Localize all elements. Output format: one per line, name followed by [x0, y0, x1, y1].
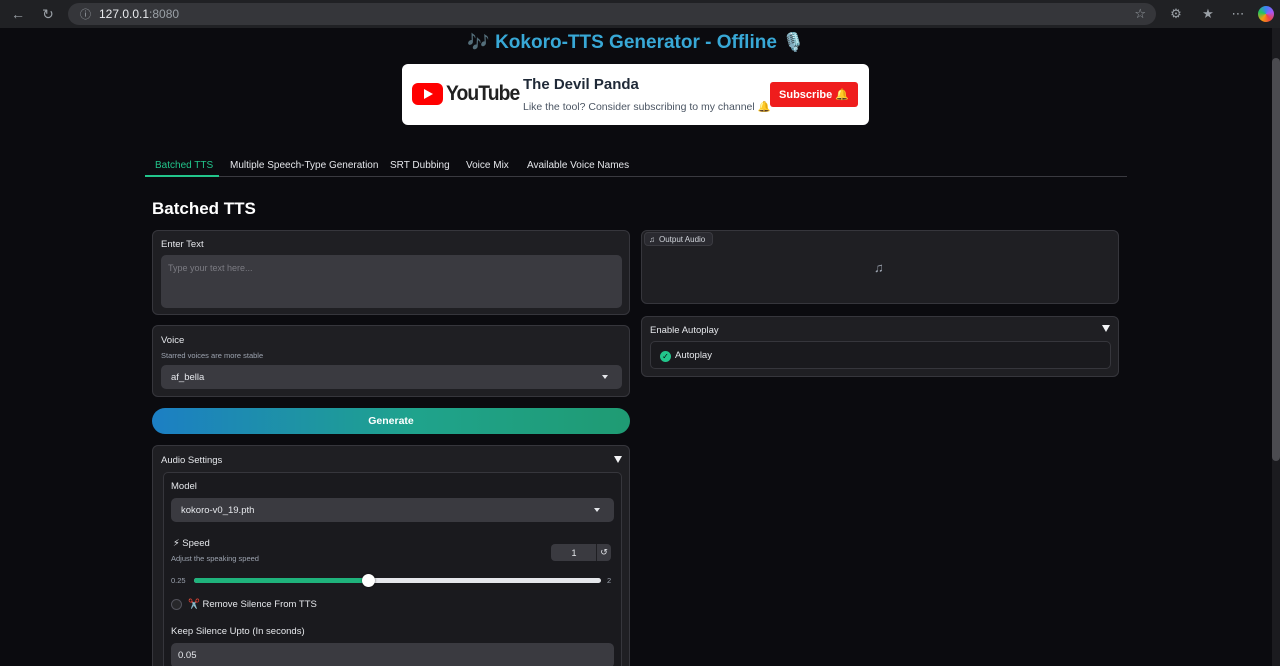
speed-slider-handle[interactable]: [362, 574, 376, 587]
active-tab-indicator: [145, 175, 219, 177]
site-info-icon[interactable]: ⓘ: [80, 6, 91, 22]
menu-dots-icon[interactable]: ⋯: [1228, 4, 1248, 24]
model-dropdown[interactable]: kokoro-v0_19.pth: [171, 498, 614, 522]
speed-slider-fill: [194, 578, 369, 583]
keep-silence-input[interactable]: 0.05: [171, 643, 614, 666]
remove-silence-label[interactable]: ✂️ Remove Silence From TTS: [188, 599, 317, 610]
autoplay-panel-title[interactable]: Enable Autoplay: [650, 325, 719, 336]
voice-dropdown[interactable]: af_bella: [161, 365, 622, 389]
speed-slider[interactable]: [194, 574, 601, 587]
output-audio-tag: ♫ Output Audio: [644, 232, 714, 246]
youtube-promo-card: YouTube The Devil Panda Like the tool? C…: [402, 64, 869, 125]
tab-multiple-speech-type[interactable]: Multiple Speech-Type Generation: [230, 160, 378, 171]
audio-placeholder-icon: ♫: [874, 260, 884, 275]
model-selected: kokoro-v0_19.pth: [181, 504, 255, 516]
address-bar[interactable]: ⓘ 127.0.0.1:8080 ☆: [68, 3, 1156, 25]
youtube-logo-text: YouTube: [446, 82, 520, 105]
youtube-play-icon: [412, 83, 443, 105]
favorites-icon[interactable]: ★: [1198, 4, 1218, 24]
voice-panel: Voice Starred voices are more stable af_…: [152, 325, 630, 397]
chevron-down-icon: [602, 375, 608, 379]
youtube-logo[interactable]: YouTube: [412, 82, 526, 106]
subscribe-button[interactable]: Subscribe 🔔: [770, 82, 858, 107]
audio-settings-group: Model kokoro-v0_19.pth ⚡ Speed Adjust th…: [163, 472, 622, 666]
speed-label: ⚡ Speed: [173, 538, 210, 549]
copilot-icon[interactable]: [1258, 6, 1274, 22]
collapse-triangle-icon[interactable]: [614, 456, 622, 463]
section-title: Batched TTS: [152, 199, 256, 218]
scrollbar-thumb[interactable]: [1272, 58, 1280, 461]
url-port: :8080: [149, 7, 180, 21]
reset-icon[interactable]: ↺: [596, 544, 611, 561]
url-host: 127.0.0.1: [99, 7, 150, 21]
voice-selected: af_bella: [171, 371, 205, 383]
text-input[interactable]: [161, 255, 622, 308]
browser-toolbar: ← ↻ ⓘ 127.0.0.1:8080 ☆ ⚙ ★ ⋯: [0, 0, 1280, 28]
tab-bar: Batched TTS Multiple Speech-Type Generat…: [145, 156, 1127, 177]
voice-info: Starred voices are more stable: [161, 351, 264, 360]
speed-max: 2: [607, 576, 612, 585]
output-audio-panel: ♫ Output Audio ♫: [641, 230, 1119, 304]
channel-tagline: Like the tool? Consider subscribing to m…: [523, 101, 771, 113]
text-input-panel: Enter Text: [152, 230, 630, 315]
tab-voice-mix[interactable]: Voice Mix: [466, 160, 509, 171]
tab-batched-tts[interactable]: Batched TTS: [155, 160, 213, 171]
app-title-text: Kokoro-TTS Generator - Offline: [495, 32, 777, 53]
autoplay-panel: Enable Autoplay ✓ Autoplay: [641, 316, 1119, 377]
microphone-icon: 🎙️: [782, 32, 805, 52]
autoplay-option[interactable]: ✓ Autoplay: [650, 341, 1111, 369]
extensions-icon[interactable]: ⚙: [1166, 4, 1186, 24]
app-page: 🎶 Kokoro-TTS Generator - Offline 🎙️ YouT…: [0, 28, 1272, 666]
checkmark-icon[interactable]: ✓: [660, 351, 671, 362]
reload-icon[interactable]: ↻: [38, 4, 58, 24]
voice-label: Voice: [161, 335, 185, 346]
bookmark-star-icon[interactable]: ☆: [1134, 6, 1146, 22]
keep-silence-label: Keep Silence Upto (In seconds): [171, 626, 305, 637]
speed-info: Adjust the speaking speed: [171, 554, 259, 563]
audio-settings-title[interactable]: Audio Settings: [161, 455, 222, 466]
speed-min: 0.25: [171, 576, 186, 585]
output-audio-label: Output Audio: [659, 234, 706, 244]
autoplay-label[interactable]: Autoplay: [675, 350, 712, 361]
keep-silence-value: 0.05: [178, 650, 197, 661]
app-title: 🎶 Kokoro-TTS Generator - Offline 🎙️: [0, 32, 1272, 54]
remove-silence-checkbox[interactable]: [171, 599, 182, 610]
music-note-icon: ♫: [649, 234, 655, 244]
model-label: Model: [171, 481, 197, 492]
generate-button[interactable]: Generate: [152, 408, 630, 434]
audio-settings-panel: Audio Settings Model kokoro-v0_19.pth ⚡ …: [152, 445, 630, 666]
music-notes-icon: 🎶: [467, 32, 490, 52]
channel-name: The Devil Panda: [523, 76, 639, 93]
collapse-triangle-icon[interactable]: [1102, 325, 1110, 332]
tab-available-voice-names[interactable]: Available Voice Names: [527, 160, 629, 171]
back-icon[interactable]: ←: [8, 4, 28, 24]
chevron-down-icon: [594, 508, 600, 512]
speed-value: 1: [571, 547, 577, 558]
tab-srt-dubbing[interactable]: SRT Dubbing: [390, 160, 450, 171]
text-input-label: Enter Text: [161, 239, 204, 250]
